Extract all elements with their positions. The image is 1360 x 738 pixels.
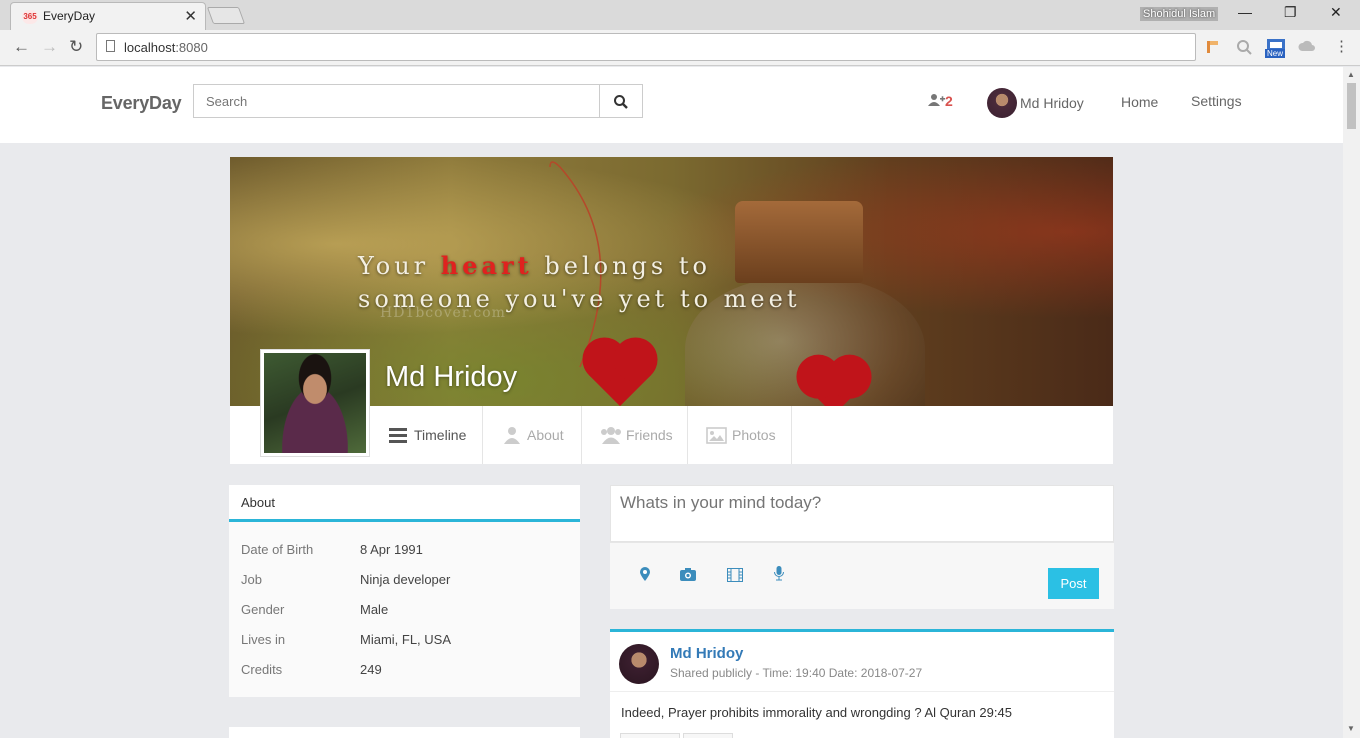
friend-request-count: 2 [945, 93, 953, 109]
forward-arrow-icon[interactable]: → [41, 37, 58, 57]
new-extension-icon[interactable]: New [1265, 38, 1286, 60]
about-key: Job [241, 572, 262, 587]
tab-title: EveryDay [43, 9, 96, 23]
window-close-icon[interactable]: ✕ [1330, 4, 1342, 21]
scroll-down-icon[interactable]: ▼ [1347, 724, 1355, 733]
browser-tab[interactable]: 365 EveryDay ✕ [10, 2, 206, 30]
tab-about[interactable]: About [483, 406, 582, 464]
post-text: Indeed, Prayer prohibits immorality and … [621, 705, 1012, 720]
microphone-icon[interactable] [774, 566, 784, 581]
scroll-thumb[interactable] [1347, 83, 1356, 129]
film-icon[interactable] [727, 568, 743, 582]
users-icon [601, 427, 621, 444]
cloud-extension-icon[interactable] [1298, 38, 1316, 56]
cover-quote-line1: Your heart belongs to [358, 251, 711, 280]
tab-friends[interactable]: Friends [582, 406, 688, 464]
reload-icon[interactable]: ↻ [69, 37, 83, 57]
about-value: 249 [360, 662, 382, 677]
feed-post: Md Hridoy Shared publicly - Time: 19:40 … [610, 629, 1114, 738]
about-value: Ninja developer [360, 572, 451, 587]
nav-settings-link[interactable]: Settings [1191, 93, 1242, 109]
about-key: Lives in [241, 632, 286, 647]
post-author-avatar[interactable] [619, 644, 659, 684]
post-divider [610, 691, 1114, 692]
post-action-button[interactable] [620, 733, 680, 738]
tab-photos-label: Photos [732, 427, 776, 443]
about-panel-title: About [241, 495, 275, 510]
browser-menu-icon[interactable]: ⋮ [1334, 37, 1349, 55]
tab-timeline[interactable]: Timeline [370, 406, 483, 464]
address-bar-url: localhost:8080 [124, 40, 208, 55]
tab-timeline-label: Timeline [414, 427, 467, 443]
post-composer: Post [610, 485, 1114, 609]
tab-friends-label: Friends [626, 427, 673, 443]
cover-watermark: HD1bcover.com [380, 305, 506, 321]
minimize-icon[interactable]: ― [1238, 4, 1252, 20]
camera-icon[interactable] [680, 568, 696, 581]
profile-picture[interactable] [260, 349, 370, 457]
profile-name: Md Hridoy [385, 361, 518, 393]
page-scrollbar[interactable]: ▲ ▼ [1343, 67, 1360, 738]
browser-titlebar: 365 EveryDay ✕ Shohidul Islam ― ❐ ✕ [0, 0, 1360, 30]
avatar[interactable] [987, 88, 1017, 118]
search-button[interactable] [599, 84, 643, 118]
bookmark-extension-icon[interactable] [1204, 38, 1222, 56]
image-icon [706, 427, 727, 444]
location-pin-icon[interactable] [640, 567, 650, 581]
post-button[interactable]: Post [1048, 568, 1099, 599]
tab-about-label: About [527, 427, 564, 443]
cover-heart-shape [588, 343, 652, 406]
friend-requests[interactable]: 2 [927, 93, 953, 109]
about-key: Gender [241, 602, 285, 617]
back-arrow-icon[interactable]: ← [13, 37, 30, 57]
post-action-button[interactable] [683, 733, 733, 738]
about-panel-header: About [229, 485, 580, 522]
page-icon [106, 40, 115, 52]
page: EveryDay 2 Md Hridoy Home Settings Your … [0, 67, 1343, 738]
list-icon [389, 428, 407, 443]
about-key: Credits [241, 662, 283, 677]
tab-photos[interactable]: Photos [688, 406, 792, 464]
brand-logo[interactable]: EveryDay [101, 93, 182, 114]
search-icon [614, 95, 628, 109]
search-input[interactable] [194, 85, 599, 117]
site-favicon-icon: 365 [22, 10, 38, 24]
browser-profile-name[interactable]: Shohidul Islam [1140, 7, 1219, 21]
about-panel: Date of Birth 8 Apr 1991 Job Ninja devel… [229, 522, 580, 697]
about-value: 8 Apr 1991 [360, 542, 423, 557]
about-value: Male [360, 602, 389, 617]
user-icon [504, 427, 520, 444]
scroll-up-icon[interactable]: ▲ [1347, 70, 1355, 79]
new-badge: New [1265, 49, 1286, 58]
about-value: Miami, FL, USA [360, 632, 452, 647]
about-key: Date of Birth [241, 542, 314, 557]
add-friend-icon [928, 94, 945, 106]
address-bar[interactable]: localhost:8080 [96, 33, 1196, 61]
post-meta: Shared publicly - Time: 19:40 Date: 2018… [670, 666, 923, 680]
browser-toolbar: ← → ↻ localhost:8080 New ⋮ [0, 30, 1360, 66]
new-tab-button[interactable] [206, 7, 246, 24]
nav-home-link[interactable]: Home [1121, 94, 1158, 110]
tab-close-icon[interactable]: ✕ [184, 7, 197, 25]
composer-toolbar: Post [610, 542, 1114, 609]
status-input[interactable] [610, 485, 1114, 542]
profile-picture-image [264, 353, 366, 453]
zoom-extension-icon[interactable] [1235, 38, 1253, 56]
restore-icon[interactable]: ❐ [1284, 4, 1297, 21]
search-box [193, 84, 600, 118]
next-panel [229, 727, 580, 738]
site-navbar: EveryDay 2 Md Hridoy Home Settings [0, 67, 1343, 143]
nav-user-name[interactable]: Md Hridoy [1020, 95, 1084, 111]
post-author-link[interactable]: Md Hridoy [670, 645, 743, 662]
